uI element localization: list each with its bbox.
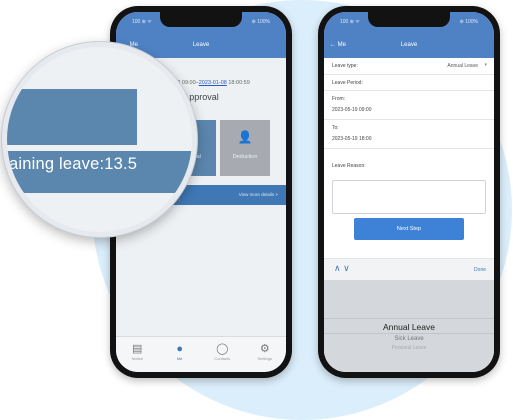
right-phone: 100 ⊕ ᯤ ⊛ 100% ← Me Leave Leave type: An… [318, 6, 500, 378]
leave-period-label: Leave Period: [332, 80, 363, 86]
chevron-down-icon: ▾ [484, 62, 487, 68]
gear-icon: ⚙ [259, 343, 270, 355]
status-right: ⊛ 100% [251, 19, 270, 25]
person-icon: ● [176, 343, 184, 355]
nav-bar: ← Me Leave [324, 32, 494, 58]
reason-row: Leave Reason: [324, 149, 494, 177]
magnified-tile [7, 89, 137, 145]
notch [368, 12, 450, 27]
next-step-button[interactable]: Next Step [354, 218, 464, 240]
reason-label: Leave Reason: [332, 163, 366, 169]
to-value: 2023-05-19 18:00 [332, 136, 372, 142]
leave-type-value: Annual Leave [447, 63, 478, 69]
from-value: 2023-05-19 09:00 [332, 107, 372, 113]
leave-type-label: Leave type: [332, 63, 358, 69]
tab-me-label: Me [176, 356, 183, 361]
tab-contacts-label: Contacts [214, 356, 231, 361]
tab-contacts[interactable]: ◯ Contacts [207, 343, 237, 361]
notch [160, 12, 242, 27]
status-left: 100 ⊕ ᯤ [132, 19, 152, 25]
status-left: 100 ⊕ ᯤ [340, 19, 360, 25]
person-minus-icon: 👤 [237, 130, 253, 144]
leave-type-picker[interactable]: Annual Leave Sick Leave Personal Leave [324, 280, 494, 372]
status-right: ⊛ 100% [459, 19, 478, 25]
reason-textarea[interactable] [332, 180, 486, 214]
tab-notice[interactable]: ▤ Notice [122, 343, 152, 361]
done-button[interactable]: Done [474, 267, 486, 273]
back-button[interactable]: ← Me [330, 42, 346, 48]
from-label: From: [332, 96, 346, 102]
leave-form: Leave type: Annual Leave ▾ Leave Period:… [324, 58, 494, 372]
contacts-icon: ◯ [216, 343, 229, 355]
to-row[interactable]: To: 2023-05-19 18:00 [324, 120, 494, 149]
date-end: 18:00:59 [226, 80, 250, 86]
tab-me[interactable]: ● Me [165, 343, 195, 361]
magnified-remaining-leave: aining leave:13.5 [9, 155, 138, 173]
page-title: Leave [400, 42, 418, 48]
magnifier-lens: aining leave:13.5 [2, 42, 197, 237]
page-title: Leave [192, 42, 210, 48]
picker-toolbar: ∧ ∨ Done [324, 258, 494, 281]
right-screen: 100 ⊕ ᯤ ⊛ 100% ← Me Leave Leave type: An… [324, 12, 494, 372]
picker-option-annual[interactable]: Annual Leave [324, 322, 494, 332]
chevron-up-down-icon[interactable]: ∧ ∨ [334, 264, 350, 273]
from-row[interactable]: From: 2023-05-19 09:00 [324, 91, 494, 120]
tab-notice-label: Notice [131, 356, 143, 361]
to-label: To: [332, 125, 339, 131]
leave-period-row: Leave Period: [324, 75, 494, 91]
tab-bar: ▤ Notice ● Me ◯ Contacts ⚙ Settings [116, 336, 286, 372]
leave-type-row[interactable]: Leave type: Annual Leave ▾ [324, 58, 494, 75]
tile-deduction[interactable]: 👤 Deduction [220, 120, 270, 176]
tab-settings[interactable]: ⚙ Settings [250, 343, 280, 361]
picker-option-sick[interactable]: Sick Leave [324, 336, 494, 342]
document-icon: ▤ [132, 343, 143, 355]
tile-deduction-label: Deduction [232, 154, 258, 160]
picker-option-personal[interactable]: Personal Leave [324, 345, 494, 351]
date-highlight-link[interactable]: 2023-01-08 [199, 80, 227, 86]
view-more-link[interactable]: View more details > [239, 192, 278, 197]
tab-settings-label: Settings [257, 356, 272, 361]
